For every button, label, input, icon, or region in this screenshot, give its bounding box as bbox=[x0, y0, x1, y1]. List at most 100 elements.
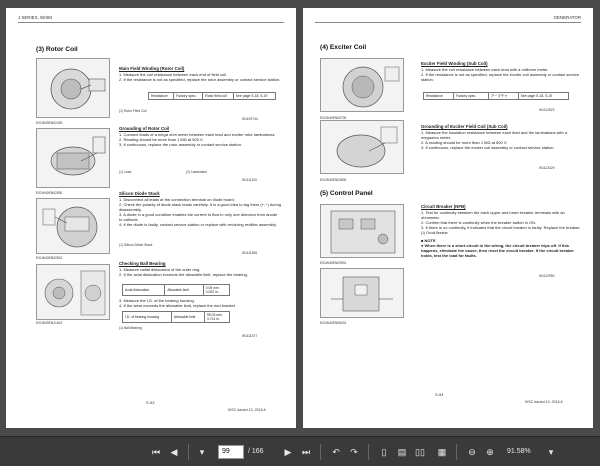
spec-table: I.D. of bearing housing Allowable limit … bbox=[122, 311, 231, 323]
block-title: Circuit Breaker (NFB) bbox=[421, 204, 466, 209]
last-page-icon[interactable]: ⏭ bbox=[300, 446, 312, 458]
step: 1. Measure the insulation resistance bet… bbox=[421, 130, 568, 140]
exciter-grounding-figure bbox=[320, 120, 404, 174]
step: 2. Check the polarity of diode stack lea… bbox=[119, 202, 282, 212]
table-cell: Resistance bbox=[147, 92, 175, 100]
reference-code: W1113429 bbox=[539, 166, 555, 170]
separator bbox=[320, 444, 321, 460]
block-title: Exciter Field Winding (Sub Coil) bbox=[421, 61, 488, 66]
step: 2. If the resistance is not as specified… bbox=[421, 72, 580, 82]
main-field-winding-block: Main Field Winding (Rotor Coil) 1. Measu… bbox=[119, 66, 281, 82]
table-cell: I.D. of bearing housing bbox=[122, 311, 172, 323]
step: 3. If continuous, replace the exciter co… bbox=[421, 145, 555, 150]
table-cell: Axial dislocation bbox=[121, 284, 166, 296]
silicon-diode-block: Silicon Diode Stack 1. Disconnect all le… bbox=[119, 191, 281, 227]
section-title: (3) Rotor Coil bbox=[36, 46, 78, 53]
section-title: (4) Exciter Coil bbox=[320, 44, 367, 51]
table-cell: 0.05 mm 0.002 in. bbox=[202, 284, 231, 296]
figure-code: E01W40EN02801 bbox=[36, 256, 63, 260]
grounding-rotor-block: Grounding of Rotor Coil 1. Connect leads… bbox=[119, 126, 281, 147]
value: 3.741 in. bbox=[206, 317, 220, 321]
table-cell: Factory spec. bbox=[452, 92, 489, 100]
figure-code: E01W40EN21601 bbox=[36, 321, 63, 325]
rotor-coil-figure bbox=[36, 58, 110, 118]
zoom-level[interactable]: 91.58% bbox=[507, 448, 531, 455]
exciter-coil-figure bbox=[320, 58, 404, 112]
block-title: Grounding of Rotor Coil bbox=[119, 126, 170, 131]
header-rule bbox=[18, 22, 284, 23]
figure-legend: (1) Lead bbox=[119, 170, 132, 174]
page-down-icon[interactable]: ▾ bbox=[196, 446, 208, 458]
page-header: GENERATOR bbox=[553, 15, 581, 20]
back-icon[interactable]: ↶ bbox=[330, 446, 342, 458]
zoom-in-icon[interactable]: ⊕ bbox=[484, 446, 496, 458]
reference-code: W1112990 bbox=[539, 274, 555, 278]
reference-code: W1112623 bbox=[539, 108, 555, 112]
single-page-icon[interactable]: ▯ bbox=[378, 446, 390, 458]
block-title: Silicon Diode Stack bbox=[119, 191, 160, 196]
block-title: Main Field Winding (Rotor Coil) bbox=[119, 66, 185, 71]
continuous-page-icon[interactable]: ▤ bbox=[396, 446, 408, 458]
first-page-icon[interactable]: ⏮ bbox=[150, 446, 162, 458]
step: 2. If the resistance is not as specified… bbox=[119, 77, 281, 82]
next-page-icon[interactable]: ▶ bbox=[282, 446, 294, 458]
page-header: J SERIES, W/SM bbox=[18, 15, 52, 20]
separator bbox=[188, 444, 189, 460]
table-cell: アーマチャ bbox=[487, 92, 519, 100]
right-page: GENERATOR (4) Exciter Coil E01W40EN03700… bbox=[303, 8, 593, 428]
ball-bearing-steps: 3. Measure the I.D. of the bearing housi… bbox=[119, 298, 281, 308]
value: 0.002 in. bbox=[205, 290, 219, 294]
figure-legend: (1) Rotor Field Coil bbox=[119, 109, 147, 113]
step: 4. If the wear exceeds the allowable lim… bbox=[119, 303, 236, 308]
table-cell: Allowable limit bbox=[170, 311, 205, 323]
diode-stack-figure bbox=[36, 198, 110, 254]
step: 3. If continuous, replace the rotor asse… bbox=[119, 142, 242, 147]
issue-note: KiSC issued 10, 2016 A bbox=[525, 400, 563, 404]
page-total: / 166 bbox=[248, 448, 264, 455]
zoom-out-icon[interactable]: ⊖ bbox=[466, 446, 478, 458]
zoom-dropdown-icon[interactable]: ▾ bbox=[545, 446, 557, 458]
figure-legend: (2) Lamination bbox=[186, 170, 208, 174]
spec-table: Axial dislocation Allowable limit 0.05 m… bbox=[121, 284, 231, 296]
reference-code: W1111626 bbox=[242, 251, 258, 255]
two-page-icon[interactable]: ▯▯ bbox=[414, 446, 426, 458]
figure-legend: (1) Silicon Diode Stack bbox=[119, 243, 153, 247]
circuit-breaker-figure bbox=[320, 268, 404, 318]
page-number: S-54 bbox=[435, 392, 444, 397]
figure-code: E01W40EN02400 bbox=[36, 121, 63, 125]
reference-code: W1111100 bbox=[242, 178, 257, 182]
separator bbox=[368, 444, 369, 460]
grounding-figure bbox=[36, 128, 110, 188]
figure-code: E01W40EN03901 bbox=[320, 261, 347, 265]
table-cell: 95.03 mm 3.741 in. bbox=[203, 311, 231, 323]
step: 3. If there is no continuity, it indicat… bbox=[421, 225, 581, 230]
control-panel-figure bbox=[320, 204, 404, 258]
step: 2. If the axial dislocation exceeds the … bbox=[119, 272, 248, 277]
exciter-grounding-block: Grounding of Exciter Field Coil (Sub Coi… bbox=[421, 124, 581, 150]
table-cell: Allowable limit bbox=[164, 284, 204, 296]
two-page-continuous-icon[interactable]: ▦ bbox=[436, 446, 448, 458]
block-title: Grounding of Exciter Field Coil (Sub Coi… bbox=[421, 124, 508, 129]
section-title: (5) Control Panel bbox=[320, 190, 373, 197]
table-cell: See page S-18, S-19 bbox=[232, 92, 277, 100]
table-cell: See page S-18, S-19 bbox=[517, 92, 570, 100]
figure-code: E01W40EN06001 bbox=[320, 321, 347, 325]
figure-legend: (1) Circuit Breaker bbox=[421, 231, 448, 235]
forward-icon[interactable]: ↷ bbox=[348, 446, 360, 458]
table-cell: Resistance bbox=[423, 92, 454, 100]
figure-code: E01W40EN03800 bbox=[320, 178, 347, 182]
reference-code: W1109744 bbox=[242, 117, 258, 121]
spec-table: Resistance Factory spec. Rotor field coi… bbox=[147, 92, 277, 100]
spec-table: Resistance Factory spec. アーマチャ See page … bbox=[423, 92, 570, 100]
table-cell: Factory spec. bbox=[173, 92, 204, 100]
issue-note: KiSC issued 10, 2016 A bbox=[228, 408, 266, 412]
page-number-input[interactable]: 99 bbox=[218, 445, 244, 459]
ball-bearing-block: Checking Ball Bearing 1. Measure radial … bbox=[119, 261, 281, 277]
left-page: J SERIES, W/SM (3) Rotor Coil E01W40EN02… bbox=[6, 8, 296, 428]
page-number: S-53 bbox=[146, 400, 155, 405]
figure-legend: (1) Ball Bearing bbox=[119, 326, 142, 330]
separator bbox=[456, 444, 457, 460]
previous-page-icon[interactable]: ◀ bbox=[168, 446, 180, 458]
step: 4. If the diode is faulty, contact servi… bbox=[119, 222, 277, 227]
viewer-toolbar: ⏮ ◀ ▾ 99 / 166 ▶ ⏭ ↶ ↷ ▯ ▤ ▯▯ ▦ ⊖ ⊕ 91.5… bbox=[0, 436, 600, 466]
